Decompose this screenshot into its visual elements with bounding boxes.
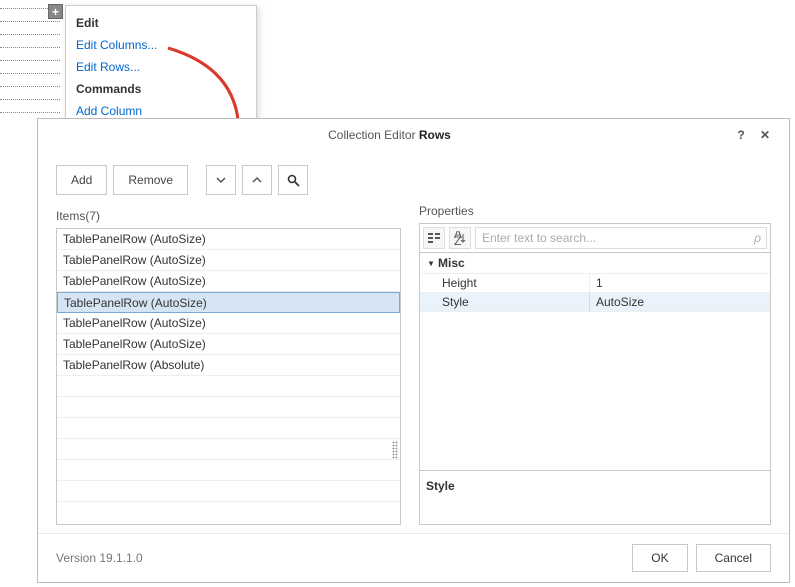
add-button[interactable]: Add bbox=[56, 165, 107, 195]
list-item-empty bbox=[57, 481, 400, 502]
svg-text:Z: Z bbox=[454, 234, 461, 245]
property-desc-title: Style bbox=[426, 479, 764, 493]
property-row[interactable]: Height1 bbox=[420, 274, 770, 293]
alphabetical-button[interactable]: AZ bbox=[449, 227, 471, 249]
smart-tag-button[interactable]: + bbox=[48, 4, 63, 19]
design-surface bbox=[0, 8, 60, 125]
property-name: Height bbox=[420, 274, 590, 292]
dialog-title: Collection Editor Rows bbox=[50, 128, 729, 142]
items-list[interactable]: TablePanelRow (AutoSize)TablePanelRow (A… bbox=[56, 228, 401, 525]
list-item[interactable]: TablePanelRow (AutoSize) bbox=[57, 271, 400, 292]
property-description: Style bbox=[420, 470, 770, 524]
search-icon bbox=[287, 174, 300, 187]
list-item[interactable]: TablePanelRow (AutoSize) bbox=[57, 250, 400, 271]
dialog-title-prefix: Collection Editor bbox=[328, 128, 415, 142]
chevron-up-icon bbox=[251, 174, 263, 186]
sort-az-icon: AZ bbox=[453, 231, 467, 245]
category-label: Misc bbox=[438, 256, 465, 270]
property-value[interactable]: 1 bbox=[590, 274, 770, 292]
collapse-icon[interactable]: ▾ bbox=[424, 256, 438, 270]
property-value[interactable]: AutoSize bbox=[590, 293, 770, 311]
ctx-edit-rows[interactable]: Edit Rows... bbox=[66, 56, 256, 78]
list-item-empty bbox=[57, 460, 400, 481]
items-toolbar: Add Remove bbox=[56, 165, 401, 195]
list-item-empty bbox=[57, 439, 400, 460]
property-row[interactable]: StyleAutoSize bbox=[420, 293, 770, 312]
property-grid[interactable]: ▾ Misc Height1StyleAutoSize Style bbox=[419, 252, 771, 525]
property-search-input[interactable]: Enter text to search... ρ bbox=[475, 227, 767, 249]
categorized-icon bbox=[427, 231, 441, 245]
list-item[interactable]: TablePanelRow (AutoSize) bbox=[57, 292, 400, 313]
property-category[interactable]: ▾ Misc bbox=[420, 253, 770, 274]
chevron-down-icon bbox=[215, 174, 227, 186]
search-button[interactable] bbox=[278, 165, 308, 195]
move-down-button[interactable] bbox=[206, 165, 236, 195]
ctx-section-commands: Commands bbox=[66, 78, 256, 100]
ok-button[interactable]: OK bbox=[632, 544, 687, 572]
cancel-button[interactable]: Cancel bbox=[696, 544, 771, 572]
help-button[interactable]: ? bbox=[729, 128, 753, 142]
list-item-empty bbox=[57, 376, 400, 397]
properties-label: Properties bbox=[419, 204, 771, 218]
categorized-button[interactable] bbox=[423, 227, 445, 249]
remove-button[interactable]: Remove bbox=[113, 165, 188, 195]
list-item[interactable]: TablePanelRow (AutoSize) bbox=[57, 313, 400, 334]
list-item[interactable]: TablePanelRow (AutoSize) bbox=[57, 334, 400, 355]
list-item[interactable]: TablePanelRow (AutoSize) bbox=[57, 229, 400, 250]
search-icon-small: ρ bbox=[754, 231, 761, 245]
dialog-footer: Version 19.1.1.0 OK Cancel bbox=[38, 533, 789, 582]
ctx-edit-columns[interactable]: Edit Columns... bbox=[66, 34, 256, 56]
search-placeholder: Enter text to search... bbox=[482, 231, 596, 245]
dialog-title-bold: Rows bbox=[419, 128, 451, 142]
items-label: Items(7) bbox=[56, 209, 401, 223]
version-label: Version 19.1.1.0 bbox=[56, 551, 624, 565]
property-name: Style bbox=[420, 293, 590, 311]
dialog-titlebar: Collection Editor Rows ? ✕ bbox=[38, 119, 789, 151]
splitter-handle[interactable] bbox=[392, 441, 398, 459]
list-item-empty bbox=[57, 397, 400, 418]
list-item[interactable]: TablePanelRow (Absolute) bbox=[57, 355, 400, 376]
ctx-section-edit: Edit bbox=[66, 12, 256, 34]
list-item-empty bbox=[57, 418, 400, 439]
close-button[interactable]: ✕ bbox=[753, 128, 777, 142]
move-up-button[interactable] bbox=[242, 165, 272, 195]
collection-editor-dialog: Collection Editor Rows ? ✕ Add Remove bbox=[37, 118, 790, 583]
property-toolbar: AZ Enter text to search... ρ bbox=[419, 223, 771, 252]
